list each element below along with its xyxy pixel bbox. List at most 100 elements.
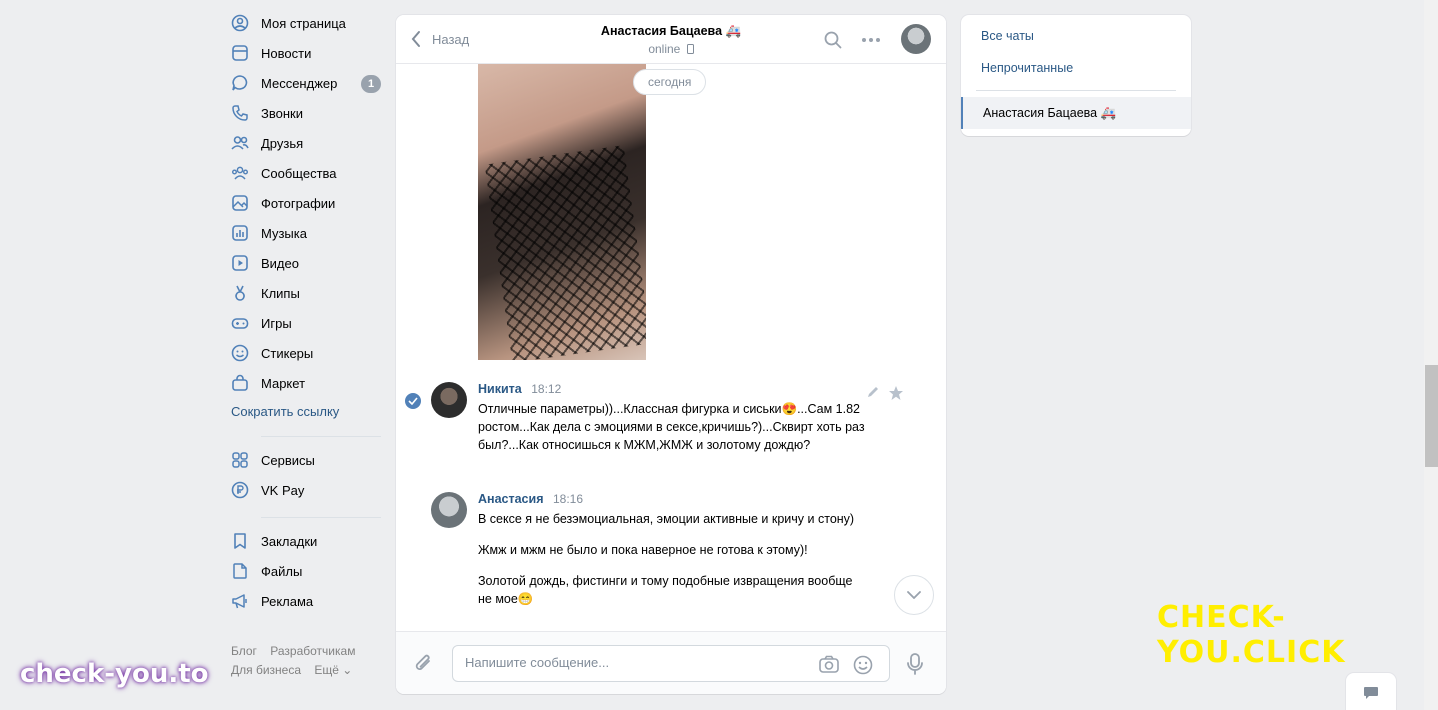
chat-bubble-icon (1364, 687, 1378, 699)
footer-more-link[interactable]: Ещё ⌄ (314, 663, 352, 677)
author-avatar[interactable] (431, 382, 467, 418)
nav-item-label: Новости (261, 45, 312, 61)
nav-item-label: Сообщества (261, 165, 337, 181)
message-header: Никита 18:12 (478, 382, 561, 396)
back-button[interactable]: Назад (410, 30, 469, 48)
selected-check-icon[interactable] (405, 393, 421, 409)
message-header: Анастасия 18:16 (478, 492, 583, 506)
nav-item-label: Моя страница (261, 15, 346, 31)
nav-item-label: Сервисы (261, 452, 315, 468)
emoji-icon[interactable] (853, 655, 873, 675)
paperclip-icon[interactable] (414, 653, 434, 675)
nav-item-photos[interactable]: Фотографии (231, 188, 381, 218)
message-actions (866, 385, 904, 401)
nav-item-games[interactable]: Игры (231, 308, 381, 338)
nav-item-label: Маркет (261, 375, 306, 391)
unread-badge: 1 (361, 75, 381, 93)
filter-all-chats[interactable]: Все чаты (961, 20, 1191, 52)
nav-item-services[interactable]: Сервисы (231, 445, 381, 475)
contact-status: online (546, 42, 796, 56)
nav-divider (261, 517, 381, 518)
ads-icon (231, 592, 249, 610)
vkpay-icon (231, 481, 249, 499)
filter-divider (976, 90, 1176, 91)
footer-developers-link[interactable]: Разработчикам (270, 644, 355, 658)
chevron-down-icon (907, 591, 921, 599)
chat-popup-button[interactable] (1346, 673, 1396, 710)
watermark-yellow: CHECK-YOU.CLICK (1157, 600, 1346, 670)
camera-icon[interactable] (819, 655, 839, 673)
message-time: 18:12 (531, 382, 562, 396)
attached-photo[interactable] (478, 64, 646, 360)
clips-icon (231, 284, 249, 302)
contact-name: Анастасия Бацаева 🚑 (600, 24, 742, 38)
nav-item-communities[interactable]: Сообщества (231, 158, 381, 188)
filter-unread[interactable]: Непрочитанные (961, 52, 1191, 84)
footer-blog-link[interactable]: Блог (231, 644, 257, 658)
scroll-down-button[interactable] (894, 575, 934, 615)
message-author[interactable]: Анастасия (478, 492, 544, 506)
message-input[interactable] (465, 655, 795, 670)
stickers-icon (231, 344, 249, 362)
message-text: Отличные параметры))...Классная фигурка … (478, 400, 868, 467)
mobile-icon (686, 44, 694, 54)
nav-item-bookmark[interactable]: Закладки (231, 526, 381, 556)
nav-item-label: Фотографии (261, 195, 336, 211)
user-circle-icon (231, 14, 249, 32)
message-paragraph: Отличные параметры))...Классная фигурка … (478, 402, 865, 452)
chat-panel: Назад Анастасия Бацаева 🚑 online сегодня… (396, 15, 946, 694)
shorten-link[interactable]: Сократить ссылку (231, 400, 381, 424)
chat-filters-panel: Все чаты Непрочитанные Анастасия Бацаева… (961, 15, 1191, 136)
watermark-white: check-you.to (20, 659, 209, 689)
nav-item-label: Музыка (261, 225, 307, 241)
nav-item-music[interactable]: Музыка (231, 218, 381, 248)
nav-item-phone[interactable]: Звонки (231, 98, 381, 128)
message-icon (231, 74, 249, 92)
phone-icon (231, 104, 249, 122)
star-icon[interactable] (888, 385, 904, 401)
nav-item-label: Стикеры (261, 345, 314, 361)
message-text: В сексе я не безэмоциальная, эмоции акти… (478, 510, 868, 621)
footer-links: Блог Разработчикам Для бизнеса Ещё ⌄ (231, 642, 401, 680)
bookmark-icon (231, 532, 249, 550)
nav-item-label: Мессенджер (261, 75, 338, 91)
back-label: Назад (432, 31, 470, 47)
search-icon[interactable] (824, 31, 842, 49)
nav-item-message[interactable]: Мессенджер 1 (231, 68, 381, 98)
left-navigation: Моя страница Новости Мессенджер 1 Звонки Друз… (231, 8, 381, 616)
nav-item-file[interactable]: Файлы (231, 556, 381, 586)
nav-item-stickers[interactable]: Стикеры (231, 338, 381, 368)
friends-icon (231, 134, 249, 152)
nav-item-label: Звонки (261, 105, 303, 121)
nav-item-label: Видео (261, 255, 299, 271)
message-author[interactable]: Никита (478, 382, 522, 396)
nav-item-news[interactable]: Новости (231, 38, 381, 68)
nav-item-label: Клипы (261, 285, 300, 301)
microphone-icon[interactable] (907, 653, 923, 675)
nav-item-user-circle[interactable]: Моя страница (231, 8, 381, 38)
nav-item-ads[interactable]: Реклама (231, 586, 381, 616)
news-icon (231, 44, 249, 62)
file-icon (231, 562, 249, 580)
author-avatar[interactable] (431, 492, 467, 528)
page-scrollbar-thumb[interactable] (1425, 365, 1438, 467)
footer-business-link[interactable]: Для бизнеса (231, 663, 301, 677)
edit-icon[interactable] (866, 385, 880, 399)
nav-item-market[interactable]: Маркет (231, 368, 381, 398)
nav-item-vkpay[interactable]: VK Pay (231, 475, 381, 505)
video-icon (231, 254, 249, 272)
contact-avatar[interactable] (901, 24, 931, 54)
message-paragraph: Жмж и мжм не было и пока наверное не гот… (478, 543, 808, 557)
music-icon (231, 224, 249, 242)
more-icon[interactable] (861, 37, 881, 43)
chat-title[interactable]: Анастасия Бацаева 🚑 online (546, 24, 796, 56)
nav-item-label: Игры (261, 315, 292, 331)
active-chat-item[interactable]: Анастасия Бацаева 🚑 (961, 97, 1191, 129)
nav-item-clips[interactable]: Клипы (231, 278, 381, 308)
nav-item-label: Друзья (261, 135, 304, 151)
nav-item-label: Файлы (261, 563, 303, 579)
photos-icon (231, 194, 249, 212)
nav-item-video[interactable]: Видео (231, 248, 381, 278)
nav-divider (261, 436, 381, 437)
nav-item-friends[interactable]: Друзья (231, 128, 381, 158)
